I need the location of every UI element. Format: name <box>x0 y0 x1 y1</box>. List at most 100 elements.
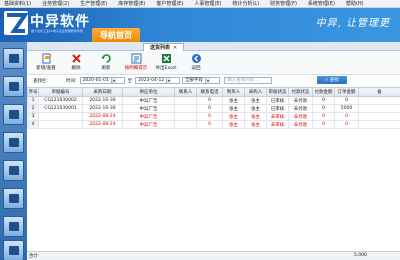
table-footer: 合计 5,000 <box>27 251 400 260</box>
toolbar: 新增/查看 删除 刷新 按明细提示 导出Excel 返回 <box>27 51 400 75</box>
search-icon: ⌕ <box>325 78 328 83</box>
footer-total-value: 5,000 <box>354 253 367 258</box>
menu-hr[interactable]: 人事管理(E) <box>194 0 221 7</box>
nav-star-icon[interactable] <box>3 240 24 260</box>
col-date[interactable]: 采购日期 <box>82 87 123 97</box>
chevron-down-icon[interactable] <box>205 78 211 83</box>
keyword-input[interactable]: 输入查询内容... <box>224 77 273 84</box>
menu-inventory[interactable]: 库存管理(E) <box>118 0 145 7</box>
date-to-value: 2023-04-12 <box>138 78 165 83</box>
table-cell-amount: 0 <box>334 120 359 129</box>
table-cell-note <box>358 112 400 121</box>
tab-delivery-list[interactable]: 送货列表 ✕ <box>143 43 185 51</box>
col-maker[interactable]: 制单人 <box>222 87 245 97</box>
chevron-down-icon[interactable] <box>166 78 172 83</box>
back-icon <box>191 54 201 63</box>
col-audit[interactable]: 审核状态 <box>266 87 289 97</box>
delete-button[interactable]: 删除 <box>61 53 91 74</box>
table-cell-pay: 未付款 <box>288 96 313 105</box>
refresh-button[interactable]: 刷新 <box>91 53 121 74</box>
main-content: 送货列表✕ 新增/查看 删除 刷新 按明细提示 导出Excel 返回 查找栏: <box>27 42 400 260</box>
col-buyer[interactable]: 采购人 <box>244 87 267 97</box>
to-label: 至 <box>127 78 133 84</box>
new-button[interactable]: 新增/查看 <box>31 53 61 74</box>
nav-globe-icon[interactable] <box>3 216 24 237</box>
table-cell-maker: 张主 <box>222 112 245 121</box>
nav-users-icon[interactable] <box>3 160 24 181</box>
table-cell-date: 2022-08-24 <box>82 112 123 121</box>
table-cell-n: 1 <box>27 96 39 105</box>
table-cell-buyer: 张主 <box>244 96 267 105</box>
col-index[interactable]: 序号 <box>27 87 39 97</box>
col-contact[interactable]: 联系人 <box>174 87 197 97</box>
table-cell-pay: 未付款 <box>288 104 313 113</box>
table-row[interactable]: 1 CG221030002 2022-10-30 中异广告 0 张主 张主 已审核 未付款 0 0 <box>27 96 400 105</box>
table-cell-note <box>358 104 400 113</box>
table-cell-maker: 张主 <box>222 96 245 105</box>
purchase-table: 序号 单据编号 采购日期 供应单位 联系人 联系电话 制单人 采购人 审核状态 … <box>27 87 400 129</box>
col-supplier[interactable]: 供应单位 <box>122 87 175 97</box>
date-from-field[interactable]: 2020-01-01 <box>79 77 125 84</box>
refresh-label: 刷新 <box>101 66 111 71</box>
menu-production[interactable]: 生产管理(E) <box>80 0 107 7</box>
table-cell-paid: 0 <box>312 112 335 121</box>
table-cell-maker: 张主 <box>222 104 245 113</box>
menu-basic[interactable]: 基础资料(1) <box>4 0 31 7</box>
nav-document-icon[interactable] <box>3 48 24 69</box>
menu-statistics[interactable]: 统计分析(L) <box>232 0 259 7</box>
search-button[interactable]: ⌕ 查找 <box>317 76 347 84</box>
col-amount[interactable]: 订单金额 <box>334 87 359 97</box>
nav-box-icon[interactable] <box>3 188 24 209</box>
table-cell-contact <box>174 96 197 105</box>
table-cell-paid: 0 <box>312 104 335 113</box>
menu-finance[interactable]: 财务管理(F) <box>270 0 297 7</box>
col-note[interactable]: 备 <box>358 87 400 97</box>
table-row[interactable]: 2 CG221030001 2022-10-30 中异广告 0 张主 张主 已审核 未付款 0 50… <box>27 104 400 113</box>
table-row[interactable]: 3 2022-08-24 中异广告 0 张主 张主 未审核 未付款 0 0 <box>27 112 400 121</box>
footer-total-label: 合计 <box>29 254 38 259</box>
table-cell-note <box>358 120 400 129</box>
delete-label: 删除 <box>71 66 81 71</box>
table-cell-audit: 已审核 <box>266 96 289 105</box>
nav-list-icon[interactable] <box>3 76 24 97</box>
menu-business[interactable]: 业务管理(2) <box>42 0 69 7</box>
delete-x-icon <box>71 54 81 63</box>
table-cell-date: 2022-08-24 <box>82 120 123 129</box>
nav-home-icon[interactable] <box>3 132 24 153</box>
table-cell-paid: 0 <box>312 120 335 129</box>
tab-bar: 送货列表 ✕ <box>27 42 400 51</box>
back-label: 返回 <box>191 66 201 71</box>
scope-select[interactable]: 全部字段 <box>182 77 221 84</box>
app-header: 中异软件 做个性化工业PC电子企业管理软件专家 导航首页 中异, 让管理更 <box>0 8 400 42</box>
col-phone[interactable]: 联系电话 <box>196 87 223 97</box>
chevron-down-icon[interactable] <box>110 78 116 83</box>
col-pay-status[interactable]: 付款状态 <box>288 87 313 97</box>
table-cell-no: CG221030002 <box>38 96 83 105</box>
table-cell-audit: 未审核 <box>266 120 289 129</box>
left-nav <box>0 42 27 260</box>
table-cell-maker: 张主 <box>222 120 245 129</box>
detail-hint-button[interactable]: 按明细提示 <box>121 53 151 74</box>
table-cell-n: 2 <box>27 104 39 113</box>
back-button[interactable]: 返回 <box>181 53 211 74</box>
table-cell-amount: 0 <box>334 96 359 105</box>
date-from-value: 2020-01-01 <box>82 78 109 83</box>
nav-home-tab[interactable]: 导航首页 <box>92 28 140 42</box>
table-cell-date: 2022-10-30 <box>82 104 123 113</box>
col-doc-no[interactable]: 单据编号 <box>38 87 83 97</box>
table-row[interactable]: 4 2022-08-24 中异广告 0 张主 张主 未审核 未付款 0 0 <box>27 120 400 129</box>
col-paid[interactable]: 付款金额 <box>312 87 335 97</box>
nav-chart-icon[interactable] <box>3 104 24 125</box>
detail-icon <box>131 53 141 64</box>
date-to-field[interactable]: 2023-04-12 <box>135 77 181 84</box>
table-cell-n: 3 <box>27 112 39 121</box>
table-cell-contact <box>174 104 197 113</box>
table-cell-contact <box>174 112 197 121</box>
export-excel-button[interactable]: 导出Excel <box>151 53 181 74</box>
table-cell-audit: 已审核 <box>266 104 289 113</box>
menu-help[interactable]: 帮助(H) <box>346 0 364 7</box>
table-cell-amount: 5000 <box>334 104 359 113</box>
table-cell-buyer: 张主 <box>244 104 267 113</box>
menu-customer[interactable]: 客户管理(E) <box>156 0 183 7</box>
menu-system[interactable]: 系统管理(E) <box>308 0 335 7</box>
